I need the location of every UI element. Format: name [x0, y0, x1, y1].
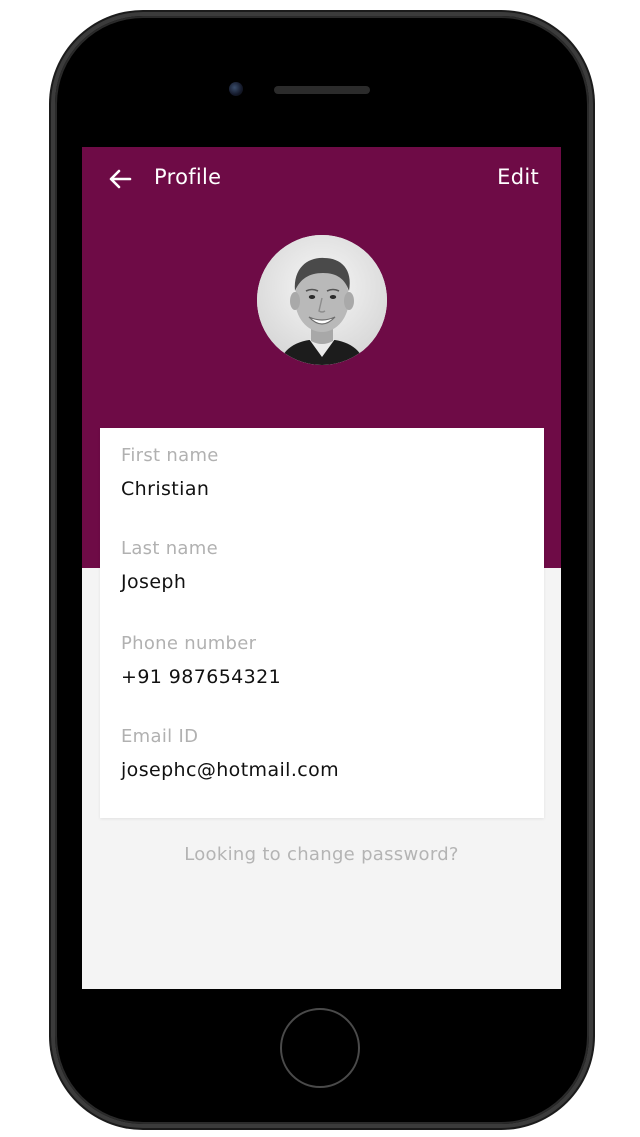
front-camera [229, 82, 243, 96]
email-value: josephc@hotmail.com [121, 759, 340, 781]
field-label: First name [121, 445, 219, 466]
edit-button[interactable]: Edit [497, 165, 539, 189]
phone-number-field: Phone number +91 987654321 [121, 633, 521, 688]
last-name-field: Last name Joseph [121, 538, 521, 593]
avatar [257, 235, 387, 365]
page-title: Profile [154, 165, 222, 189]
field-label: Phone number [121, 633, 257, 654]
change-password-link[interactable]: Looking to change password? [82, 844, 561, 865]
profile-photo [257, 235, 387, 365]
app-bar: Profile Edit [82, 147, 561, 211]
last-name-value: Joseph [121, 571, 187, 593]
earpiece-speaker [274, 86, 370, 94]
first-name-value: Christian [121, 478, 210, 500]
device-mockup: Profile Edit First name Christian Last n… [0, 0, 640, 1137]
app-screen: Profile Edit First name Christian Last n… [82, 147, 561, 989]
email-field: Email ID josephc@hotmail.com [121, 726, 521, 781]
phone-number-value: +91 987654321 [121, 666, 282, 688]
home-button [280, 1008, 360, 1088]
profile-details-card: First name Christian Last name Joseph Ph… [100, 428, 544, 818]
first-name-field: First name Christian [121, 445, 521, 500]
field-label: Last name [121, 538, 218, 559]
arrow-left-icon[interactable] [106, 165, 134, 193]
field-label: Email ID [121, 726, 199, 747]
